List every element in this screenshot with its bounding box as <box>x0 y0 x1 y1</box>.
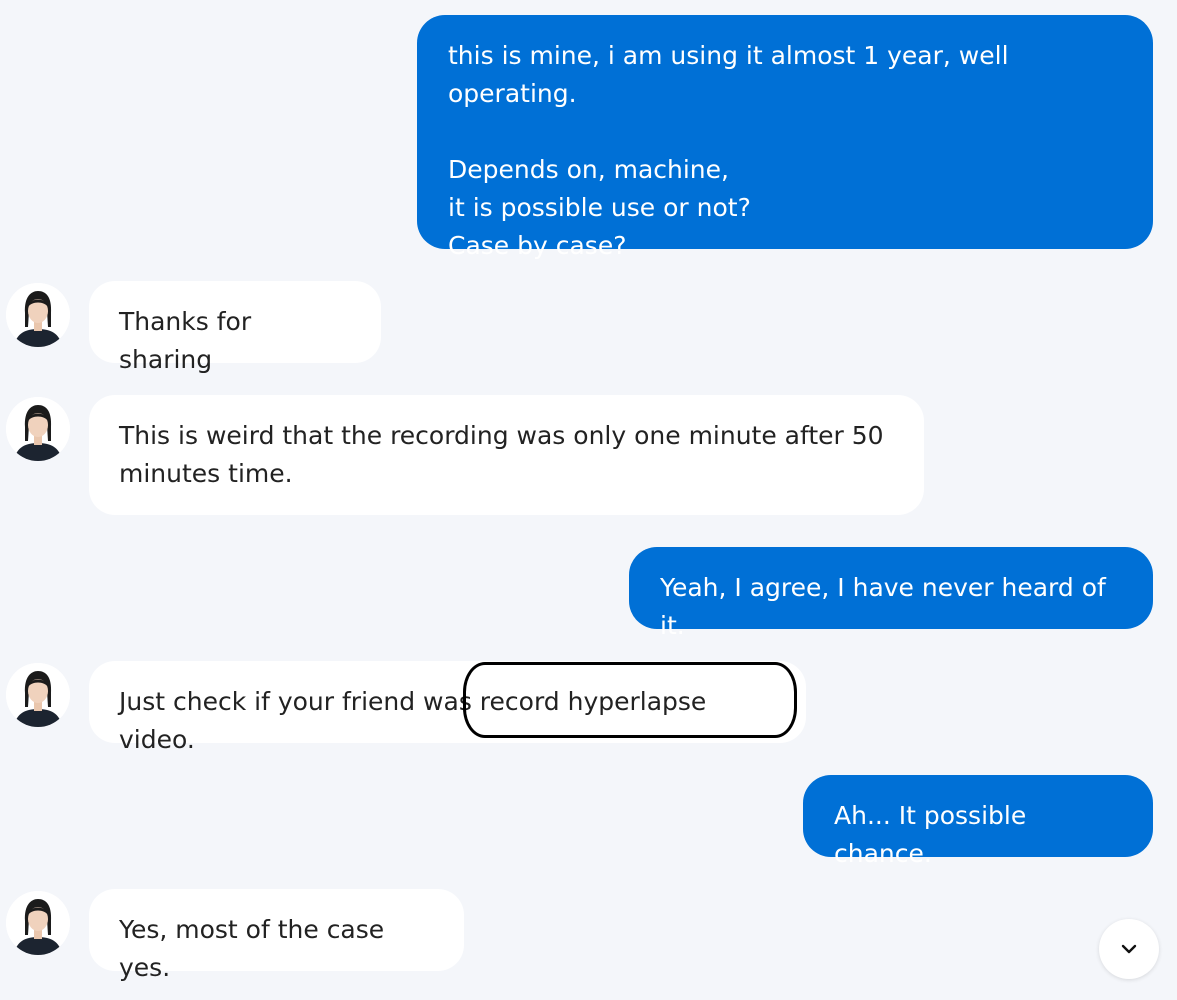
agent-message-bubble: Just check if your friend was record hyp… <box>89 661 806 754</box>
agent-avatar <box>6 663 70 727</box>
agent-message-bubble: Yes, most of the case yes. <box>89 889 464 982</box>
chevron-down-icon <box>1121 944 1137 954</box>
agent-avatar-image <box>6 891 70 955</box>
agent-avatar <box>6 891 70 955</box>
agent-avatar <box>6 397 70 461</box>
chat-transcript: this is mine, i am using it almost 1 yea… <box>0 0 1177 1000</box>
scroll-to-bottom-button[interactable] <box>1099 919 1159 979</box>
agent-avatar <box>6 283 70 347</box>
agent-message-bubble: This is weird that the recording was onl… <box>89 395 924 515</box>
agent-avatar-image <box>6 397 70 461</box>
user-message-bubble: this is mine, i am using it almost 1 yea… <box>417 15 1153 260</box>
agent-avatar-image <box>6 663 70 727</box>
agent-message-bubble: Thanks for sharing <box>89 281 381 374</box>
user-message-bubble: Yeah, I agree, I have never heard of it. <box>629 547 1153 640</box>
agent-avatar-image <box>6 283 70 347</box>
user-message-bubble: Ah... It possible chance. <box>803 775 1153 868</box>
